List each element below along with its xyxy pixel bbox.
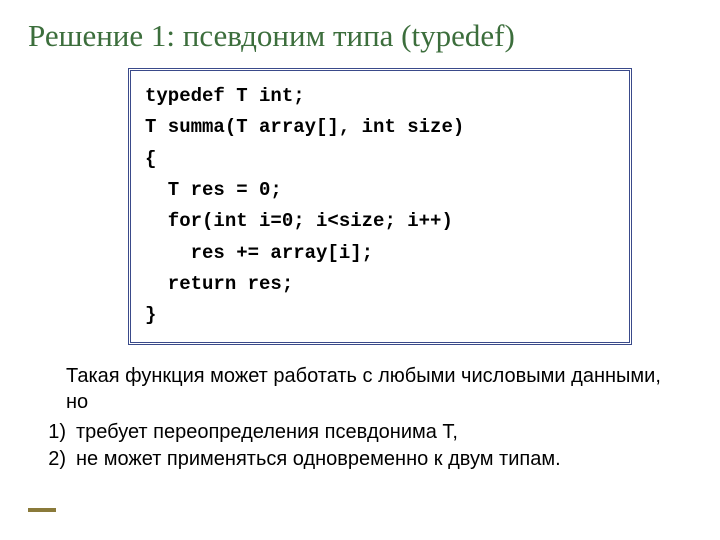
code-line: T res = 0; — [145, 175, 615, 206]
list-text: не может применяться одновременно к двум… — [76, 446, 561, 473]
list-item: 1) требует переопределения псевдонима T, — [36, 419, 672, 446]
list-number: 2) — [36, 446, 76, 473]
code-block: typedef T int; T summa(T array[], int si… — [128, 68, 632, 345]
code-line: T summa(T array[], int size) — [145, 112, 615, 143]
list-item: 2) не может применяться одновременно к д… — [36, 446, 672, 473]
code-line: } — [145, 300, 615, 331]
code-line: res += array[i]; — [145, 238, 615, 269]
code-line: typedef T int; — [145, 81, 615, 112]
slide-title: Решение 1: псевдоним типа (typedef) — [28, 18, 692, 54]
numbered-list: 1) требует переопределения псевдонима T,… — [36, 419, 672, 473]
list-text: требует переопределения псевдонима T, — [76, 419, 458, 446]
list-number: 1) — [36, 419, 76, 446]
body-paragraph: Такая функция может работать с любыми чи… — [66, 363, 672, 415]
code-line: return res; — [145, 269, 615, 300]
accent-bar — [28, 508, 56, 512]
code-line: { — [145, 144, 615, 175]
code-line: for(int i=0; i<size; i++) — [145, 206, 615, 237]
